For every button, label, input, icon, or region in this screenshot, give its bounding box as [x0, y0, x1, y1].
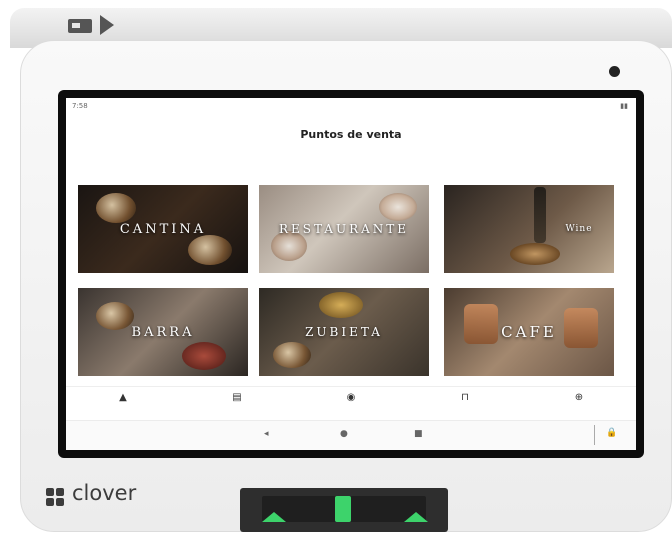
- nav-item-5[interactable]: ⊕: [522, 387, 636, 421]
- inventory-icon: ⊓: [461, 392, 469, 403]
- receipt-icon: ▤: [232, 392, 242, 403]
- dish-image: [96, 302, 134, 330]
- bottle-image: [534, 187, 546, 243]
- back-icon[interactable]: ◂: [264, 429, 269, 439]
- tile-restaurante[interactable]: RESTAURANTE: [259, 185, 429, 273]
- tile-barra[interactable]: BARRA: [78, 288, 248, 376]
- divider: [594, 425, 595, 445]
- tile-label: RESTAURANTE: [278, 222, 410, 236]
- contactless-icon: [335, 496, 351, 522]
- tile-cafe[interactable]: CAFE: [444, 288, 614, 376]
- tile-label: ZUBIETA: [305, 325, 383, 339]
- system-bar: ◂ ● ■ 🔒: [66, 420, 636, 450]
- brand-name: clover: [72, 481, 137, 505]
- dish-image: [273, 342, 311, 368]
- battery-icon: ▮▮: [620, 102, 628, 110]
- play-arrow-icon: [100, 15, 114, 35]
- arrow-up-icon: [262, 512, 286, 522]
- nav-item-4[interactable]: ⊓: [408, 387, 522, 421]
- tile-label: CAFE: [501, 323, 557, 341]
- pos-screen: 7:58 ▮▮ Puntos de venta CANTINA RESTAURA…: [66, 98, 636, 450]
- clover-logo-icon: [46, 488, 66, 508]
- camera-icon: [609, 66, 620, 77]
- money-icon: ◉: [346, 392, 356, 403]
- dish-image: [96, 193, 136, 223]
- dish-image: [510, 243, 560, 265]
- dish-image: [319, 292, 363, 318]
- tile-label: Wine: [565, 224, 593, 234]
- tile-cantina[interactable]: CANTINA: [78, 185, 248, 273]
- home-button-icon[interactable]: ●: [340, 429, 348, 439]
- nav-item-3[interactable]: ◉: [294, 387, 408, 421]
- tile-label: BARRA: [131, 324, 195, 340]
- status-bar: 7:58 ▮▮: [66, 98, 636, 114]
- tile-label: CANTINA: [119, 221, 207, 237]
- mug-image: [564, 308, 598, 348]
- lock-icon[interactable]: 🔒: [606, 428, 617, 438]
- mug-image: [464, 304, 498, 344]
- arrow-up-icon: [404, 512, 428, 522]
- dish-image: [379, 193, 417, 221]
- dish-image: [188, 235, 232, 265]
- tile-wine[interactable]: Wine: [444, 185, 614, 273]
- dish-image: [182, 342, 226, 370]
- tile-zubieta[interactable]: ZUBIETA: [259, 288, 429, 376]
- settings-icon: ⊕: [574, 392, 584, 403]
- home-icon: ▲: [119, 392, 127, 403]
- recent-apps-icon[interactable]: ■: [414, 429, 423, 439]
- status-time: 7:58: [72, 102, 88, 110]
- nav-item-1[interactable]: ▲: [66, 387, 180, 421]
- page-title: Puntos de venta: [300, 128, 402, 141]
- card-reader-icon: [68, 19, 92, 33]
- bottom-nav: ▲ ▤ ◉ ⊓ ⊕: [66, 386, 636, 421]
- nav-item-2[interactable]: ▤: [180, 387, 294, 421]
